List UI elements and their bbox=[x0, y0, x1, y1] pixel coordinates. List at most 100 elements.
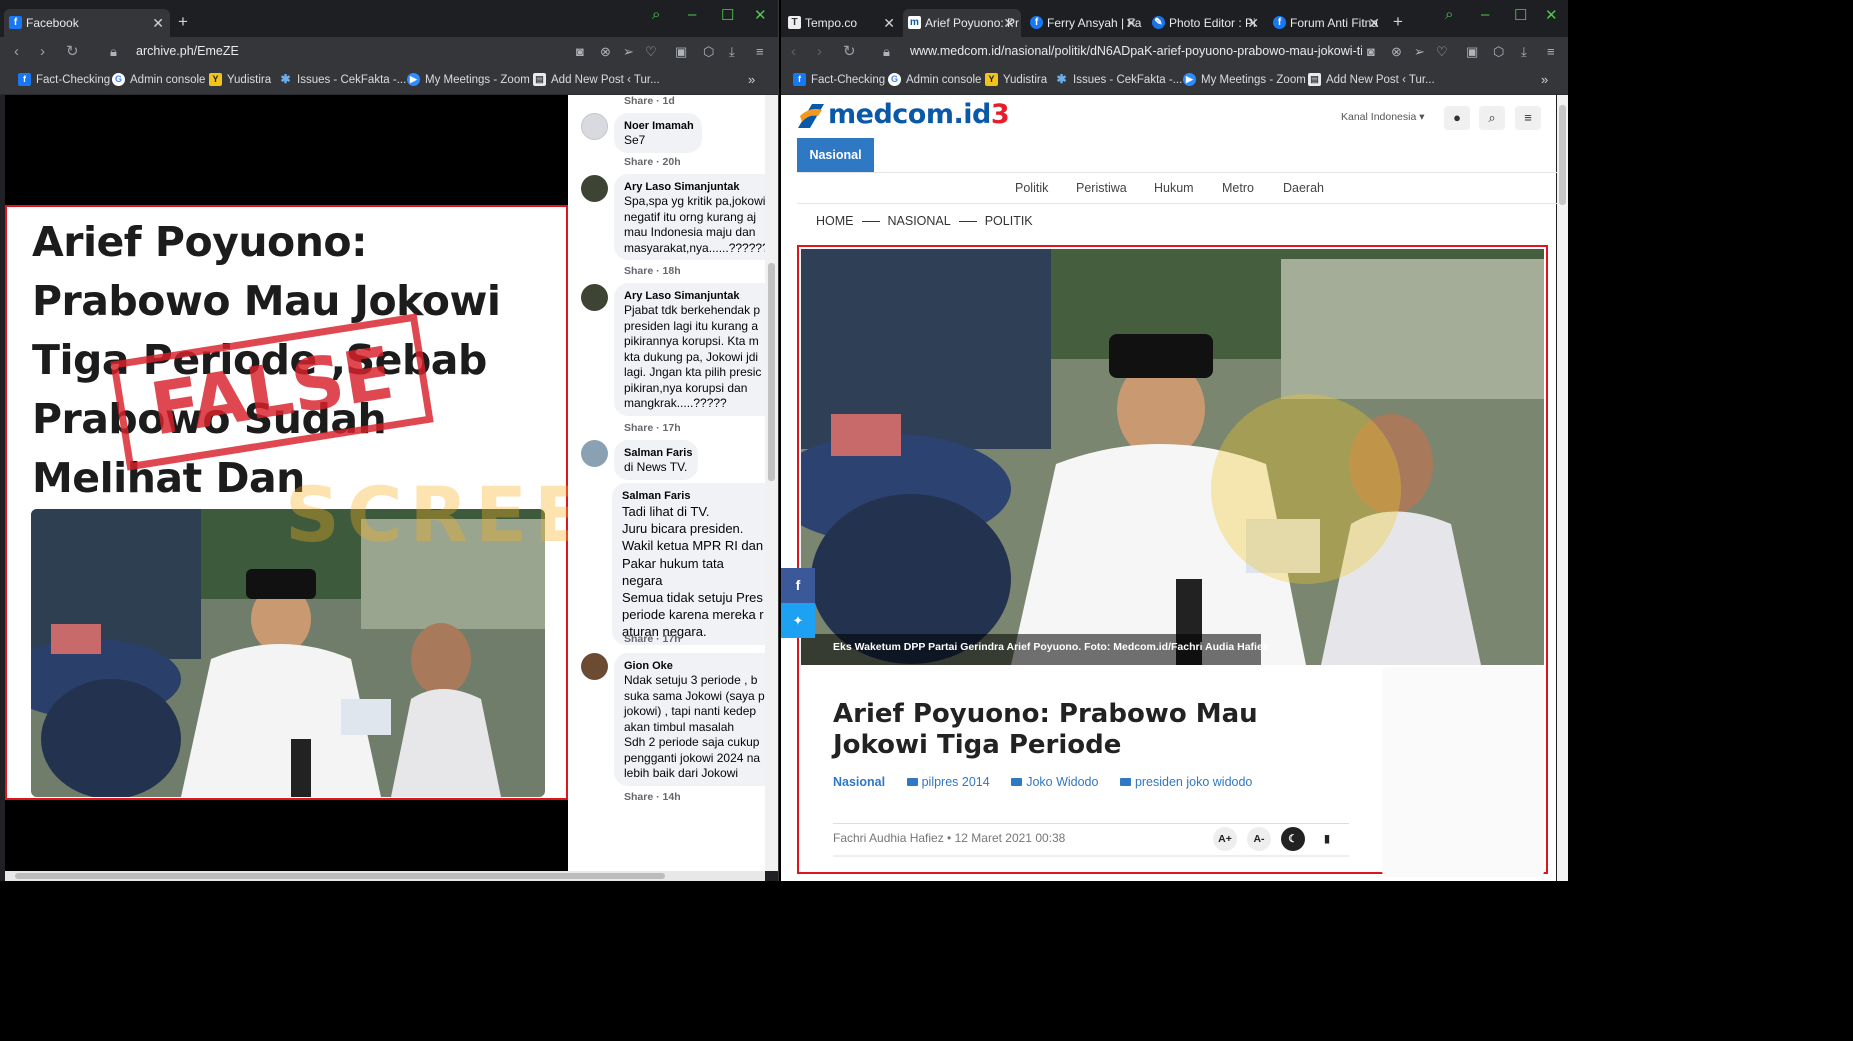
tab-photo-editor[interactable]: ✎ Photo Editor : Pi ✕ bbox=[1147, 9, 1265, 37]
tab-nasional[interactable]: Nasional bbox=[797, 138, 874, 172]
tab-tempo[interactable]: T Tempo.co ✕ bbox=[783, 9, 901, 37]
category-link[interactable]: Nasional bbox=[833, 775, 885, 789]
close-tab-icon[interactable]: ✕ bbox=[1125, 9, 1137, 37]
bookmark-yudistira[interactable]: Y Yudistira bbox=[209, 73, 271, 87]
menu-icon[interactable]: ≡ bbox=[756, 43, 764, 61]
bookmark-admin-console[interactable]: G Admin console bbox=[888, 73, 981, 87]
bookmark-add-new-post[interactable]: ▤ Add New Post ‹ Tur... bbox=[1308, 73, 1435, 87]
hamburger-menu-icon[interactable]: ≡ bbox=[1515, 106, 1541, 130]
bookmark-fact-checking[interactable]: f Fact-Checking bbox=[793, 73, 885, 87]
tag-link[interactable]: presiden joko widodo bbox=[1119, 775, 1252, 789]
menu-icon[interactable]: ≡ bbox=[1547, 43, 1555, 61]
breadcrumb-politik[interactable]: POLITIK bbox=[985, 214, 1033, 228]
search-icon[interactable]: ⌕ bbox=[652, 6, 660, 23]
comment-share-link[interactable]: Share · 20h bbox=[624, 156, 681, 168]
close-window-icon[interactable]: ✕ bbox=[754, 6, 767, 24]
tab-ferry-ansyah[interactable]: f Ferry Ansyah | Fa ✕ bbox=[1025, 9, 1143, 37]
avatar[interactable] bbox=[581, 175, 608, 202]
tag-link[interactable]: pilpres 2014 bbox=[906, 775, 990, 789]
scrollbar-thumb[interactable] bbox=[768, 263, 775, 481]
bookmark-zoom[interactable]: ▶ My Meetings - Zoom bbox=[407, 73, 530, 87]
bookmark-icon[interactable]: ▮ bbox=[1315, 827, 1339, 851]
maximize-icon[interactable]: ☐ bbox=[1514, 6, 1527, 24]
address-bar[interactable]: www.medcom.id/nasional/politik/dN6ADpaK-… bbox=[910, 44, 1362, 58]
close-window-icon[interactable]: ✕ bbox=[1545, 6, 1558, 24]
tab-facebook[interactable]: f Facebook ✕ bbox=[4, 9, 170, 37]
block-icon[interactable]: ⊗ bbox=[1391, 43, 1402, 61]
avatar[interactable] bbox=[581, 440, 608, 467]
forward-icon[interactable]: › bbox=[40, 42, 45, 62]
more-bookmarks-icon[interactable]: » bbox=[748, 72, 755, 87]
comment-share-link[interactable]: Share · 18h bbox=[624, 265, 681, 277]
bookmark-admin-console[interactable]: G Admin console bbox=[112, 73, 205, 87]
new-tab-button[interactable]: + bbox=[1393, 9, 1403, 35]
close-tab-icon[interactable]: ✕ bbox=[883, 9, 895, 37]
avatar[interactable] bbox=[581, 113, 608, 140]
close-tab-icon[interactable]: ✕ bbox=[152, 9, 164, 37]
bookmark-zoom[interactable]: ▶ My Meetings - Zoom bbox=[1183, 73, 1306, 87]
more-bookmarks-icon[interactable]: » bbox=[1541, 72, 1548, 87]
scrollbar-thumb[interactable] bbox=[1559, 105, 1566, 205]
page-scrollbar[interactable] bbox=[1557, 95, 1568, 881]
extension-icon[interactable]: ▣ bbox=[1466, 43, 1478, 61]
close-tab-icon[interactable]: ✕ bbox=[1003, 9, 1015, 37]
address-bar[interactable]: archive.ph/EmeZE bbox=[136, 44, 536, 58]
send-icon[interactable]: ➢ bbox=[1414, 43, 1425, 61]
download-icon[interactable]: ⤓ bbox=[1521, 43, 1527, 61]
font-size-decrease-button[interactable]: A- bbox=[1247, 827, 1271, 851]
heart-icon[interactable]: ♡ bbox=[1436, 43, 1448, 61]
bookmark-issues[interactable]: ✱ Issues - CekFakta -... bbox=[1055, 73, 1182, 87]
comment-share-link[interactable]: Share · 14h bbox=[624, 791, 681, 803]
minimize-icon[interactable]: – bbox=[688, 6, 696, 23]
forward-icon[interactable]: › bbox=[817, 42, 822, 62]
nav-peristiwa[interactable]: Peristiwa bbox=[1076, 181, 1127, 195]
tab-arief-poyuono[interactable]: m Arief Poyuono: Pr ✕ bbox=[903, 9, 1021, 37]
back-icon[interactable]: ‹ bbox=[791, 42, 796, 62]
scrollbar-thumb[interactable] bbox=[15, 873, 665, 879]
comments-scrollbar[interactable] bbox=[765, 95, 778, 871]
search-icon[interactable]: ⌕ bbox=[1479, 106, 1505, 130]
send-icon[interactable]: ➢ bbox=[623, 43, 634, 61]
download-icon[interactable]: ⤓ bbox=[729, 43, 735, 61]
search-icon[interactable]: ⌕ bbox=[1445, 6, 1453, 23]
heart-icon[interactable]: ♡ bbox=[645, 43, 657, 61]
bookmark-fact-checking[interactable]: f Fact-Checking bbox=[18, 73, 110, 87]
camera-icon[interactable]: ◙ bbox=[576, 43, 584, 61]
nav-hukum[interactable]: Hukum bbox=[1154, 181, 1194, 195]
avatar[interactable] bbox=[581, 653, 608, 680]
bookmark-add-new-post[interactable]: ▤ Add New Post ‹ Tur... bbox=[533, 73, 660, 87]
breadcrumb-home[interactable]: HOME bbox=[816, 214, 854, 228]
cube-icon[interactable]: ⬡ bbox=[1493, 43, 1504, 61]
block-icon[interactable]: ⊗ bbox=[600, 43, 611, 61]
avatar[interactable] bbox=[581, 284, 608, 311]
back-icon[interactable]: ‹ bbox=[14, 42, 19, 62]
bookmark-issues[interactable]: ✱ Issues - CekFakta -... bbox=[279, 73, 406, 87]
maximize-icon[interactable]: ☐ bbox=[721, 6, 734, 24]
reload-icon[interactable]: ↻ bbox=[66, 42, 79, 62]
horizontal-scrollbar[interactable] bbox=[5, 871, 765, 881]
tag-link[interactable]: Joko Widodo bbox=[1011, 775, 1098, 789]
minimize-icon[interactable]: – bbox=[1481, 6, 1489, 23]
facebook-share-icon[interactable]: f bbox=[781, 568, 815, 603]
user-icon[interactable]: ● bbox=[1444, 106, 1470, 130]
nav-politik[interactable]: Politik bbox=[1015, 181, 1048, 195]
close-tab-icon[interactable]: ✕ bbox=[1368, 9, 1380, 37]
breadcrumb-nasional[interactable]: NASIONAL bbox=[888, 214, 951, 228]
comment-share-link[interactable]: Share · 1d bbox=[624, 95, 675, 107]
dark-mode-icon[interactable]: ☾ bbox=[1281, 827, 1305, 851]
new-tab-button[interactable]: + bbox=[178, 9, 188, 35]
nav-metro[interactable]: Metro bbox=[1222, 181, 1254, 195]
nav-daerah[interactable]: Daerah bbox=[1283, 181, 1324, 195]
close-tab-icon[interactable]: ✕ bbox=[1247, 9, 1259, 37]
comment-share-link[interactable]: Share · 17h bbox=[624, 633, 681, 645]
bookmark-yudistira[interactable]: Y Yudistira bbox=[985, 73, 1047, 87]
tab-forum-anti-fitnah[interactable]: f Forum Anti Fitna ✕ bbox=[1268, 9, 1386, 37]
comment-share-link[interactable]: Share · 17h bbox=[624, 422, 681, 434]
kanal-dropdown[interactable]: Kanal Indonesia ▾ bbox=[1341, 111, 1425, 123]
font-size-increase-button[interactable]: A+ bbox=[1213, 827, 1237, 851]
reload-icon[interactable]: ↻ bbox=[843, 42, 856, 62]
twitter-share-icon[interactable]: ✦ bbox=[781, 603, 815, 638]
medcom-logo[interactable]: medcom.id3 bbox=[796, 99, 1010, 135]
extension-icon[interactable]: ▣ bbox=[675, 43, 687, 61]
cube-icon[interactable]: ⬡ bbox=[703, 43, 714, 61]
